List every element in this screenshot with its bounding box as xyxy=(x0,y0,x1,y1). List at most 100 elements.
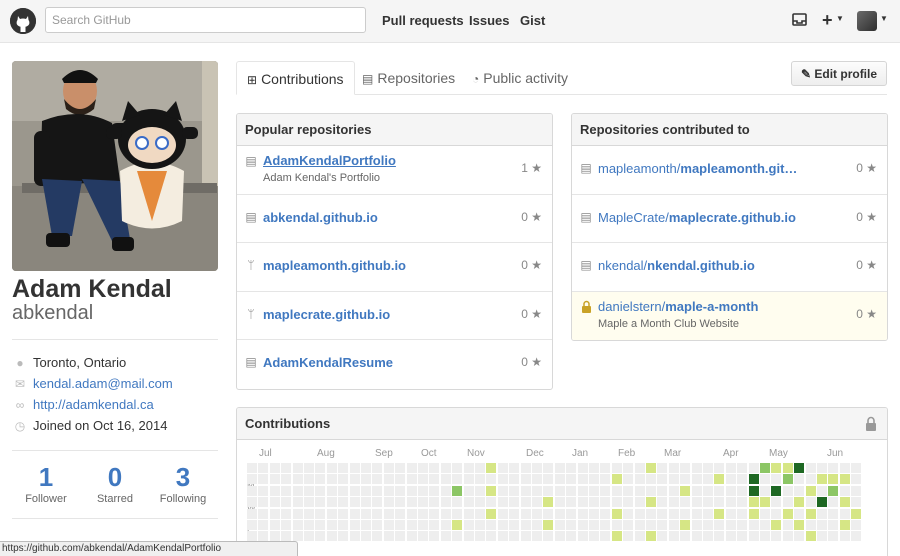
contribution-day-cell[interactable] xyxy=(771,520,782,530)
contribution-day-cell[interactable] xyxy=(338,531,349,542)
contribution-day-cell[interactable] xyxy=(361,508,371,519)
contribution-day-cell[interactable] xyxy=(258,497,269,508)
contribution-day-cell[interactable] xyxy=(782,485,793,496)
nav-gist[interactable]: Gist xyxy=(520,13,545,28)
contribution-day-cell[interactable] xyxy=(782,474,793,485)
contribution-day-cell[interactable] xyxy=(805,497,816,508)
contribution-day-cell[interactable] xyxy=(680,497,691,508)
contribution-day-cell[interactable] xyxy=(520,520,531,530)
repo-link[interactable]: mapleamonth.github.io xyxy=(263,258,406,273)
contribution-day-cell[interactable] xyxy=(668,474,679,485)
contribution-day-cell[interactable] xyxy=(463,485,474,496)
contribution-day-cell[interactable] xyxy=(543,508,554,519)
contribution-day-cell[interactable] xyxy=(247,463,257,473)
contribution-day-cell[interactable] xyxy=(349,508,360,519)
contribution-day-cell[interactable] xyxy=(326,520,337,530)
contribution-day-cell[interactable] xyxy=(691,508,702,519)
contribution-day-cell[interactable] xyxy=(532,508,542,519)
contribution-day-cell[interactable] xyxy=(703,520,713,530)
contribution-day-cell[interactable] xyxy=(634,531,645,542)
contribution-day-cell[interactable] xyxy=(383,520,394,530)
contribution-day-cell[interactable] xyxy=(737,520,748,530)
contribution-day-cell[interactable] xyxy=(338,508,349,519)
contribution-day-cell[interactable] xyxy=(372,474,383,485)
contribution-day-cell[interactable] xyxy=(623,485,634,496)
contribution-day-cell[interactable] xyxy=(372,508,383,519)
contribution-day-cell[interactable] xyxy=(292,508,303,519)
contribution-day-cell[interactable] xyxy=(623,531,634,542)
contribution-day-cell[interactable] xyxy=(554,508,565,519)
contribution-day-cell[interactable] xyxy=(452,531,463,542)
contribution-day-cell[interactable] xyxy=(566,485,577,496)
contribution-day-cell[interactable] xyxy=(794,531,805,542)
repo-row[interactable]: ▤ AdamKendalPortfolio Adam Kendal's Portfo… xyxy=(237,146,552,195)
contribution-day-cell[interactable] xyxy=(361,520,371,530)
contribution-day-cell[interactable] xyxy=(725,497,736,508)
contribution-day-cell[interactable] xyxy=(760,520,770,530)
repo-row[interactable]: ᛘ mapleamonth.github.io 0 ★ xyxy=(237,243,552,292)
contribution-day-cell[interactable] xyxy=(247,497,257,508)
contribution-day-cell[interactable] xyxy=(543,463,554,473)
contribution-day-cell[interactable] xyxy=(714,474,725,485)
repo-row[interactable]: ▤ MapleCrate/maplecrate.github.io 0 ★ xyxy=(572,195,887,243)
contribution-day-cell[interactable] xyxy=(440,531,451,542)
contribution-day-cell[interactable] xyxy=(258,474,269,485)
contribution-day-cell[interactable] xyxy=(304,497,314,508)
contribution-day-cell[interactable] xyxy=(680,531,691,542)
contribution-day-cell[interactable] xyxy=(395,474,406,485)
contribution-day-cell[interactable] xyxy=(714,463,725,473)
contribution-day-cell[interactable] xyxy=(668,531,679,542)
nav-issues[interactable]: Issues xyxy=(469,13,509,28)
contribution-day-cell[interactable] xyxy=(805,474,816,485)
contribution-day-cell[interactable] xyxy=(748,508,759,519)
repo-link[interactable]: MapleCrate/maplecrate.github.io xyxy=(598,210,796,225)
contribution-day-cell[interactable] xyxy=(440,463,451,473)
contribution-day-cell[interactable] xyxy=(600,474,611,485)
contribution-day-cell[interactable] xyxy=(657,463,668,473)
contribution-day-cell[interactable] xyxy=(839,497,850,508)
contribution-day-cell[interactable] xyxy=(349,474,360,485)
contribution-day-cell[interactable] xyxy=(486,520,497,530)
tab-contributions[interactable]: ⊞ Contributions xyxy=(236,61,355,95)
contribution-day-cell[interactable] xyxy=(304,508,314,519)
contribution-day-cell[interactable] xyxy=(372,463,383,473)
contribution-day-cell[interactable] xyxy=(361,485,371,496)
contribution-day-cell[interactable] xyxy=(691,485,702,496)
contribution-day-cell[interactable] xyxy=(349,497,360,508)
contribution-day-cell[interactable] xyxy=(509,497,520,508)
contribution-day-cell[interactable] xyxy=(737,485,748,496)
edit-profile-button[interactable]: ✎ Edit profile xyxy=(791,61,887,86)
contribution-day-cell[interactable] xyxy=(338,497,349,508)
contribution-day-cell[interactable] xyxy=(281,463,292,473)
contribution-day-cell[interactable] xyxy=(520,497,531,508)
contribution-day-cell[interactable] xyxy=(623,497,634,508)
contribution-day-cell[interactable] xyxy=(577,497,588,508)
contribution-day-cell[interactable] xyxy=(623,463,634,473)
contribution-day-cell[interactable] xyxy=(725,463,736,473)
contribution-day-cell[interactable] xyxy=(292,474,303,485)
contribution-day-cell[interactable] xyxy=(509,485,520,496)
contribution-day-cell[interactable] xyxy=(668,508,679,519)
contribution-day-cell[interactable] xyxy=(383,508,394,519)
contribution-day-cell[interactable] xyxy=(646,463,656,473)
contribution-day-cell[interactable] xyxy=(509,531,520,542)
contribution-day-cell[interactable] xyxy=(623,520,634,530)
repo-row[interactable]: ▤ AdamKendalResume 0 ★ xyxy=(237,340,552,389)
contribution-day-cell[interactable] xyxy=(691,474,702,485)
contribution-day-cell[interactable] xyxy=(429,485,440,496)
contribution-day-cell[interactable] xyxy=(737,463,748,473)
contribution-day-cell[interactable] xyxy=(304,474,314,485)
contribution-day-cell[interactable] xyxy=(817,497,827,508)
contribution-day-cell[interactable] xyxy=(782,463,793,473)
contribution-day-cell[interactable] xyxy=(349,463,360,473)
contribution-day-cell[interactable] xyxy=(486,508,497,519)
contribution-day-cell[interactable] xyxy=(440,485,451,496)
contribution-day-cell[interactable] xyxy=(269,474,280,485)
contribution-day-cell[interactable] xyxy=(497,474,508,485)
contribution-day-cell[interactable] xyxy=(543,497,554,508)
contribution-day-cell[interactable] xyxy=(725,520,736,530)
contribution-day-cell[interactable] xyxy=(839,531,850,542)
contribution-day-cell[interactable] xyxy=(748,463,759,473)
contribution-day-cell[interactable] xyxy=(292,531,303,542)
contribution-day-cell[interactable] xyxy=(577,463,588,473)
